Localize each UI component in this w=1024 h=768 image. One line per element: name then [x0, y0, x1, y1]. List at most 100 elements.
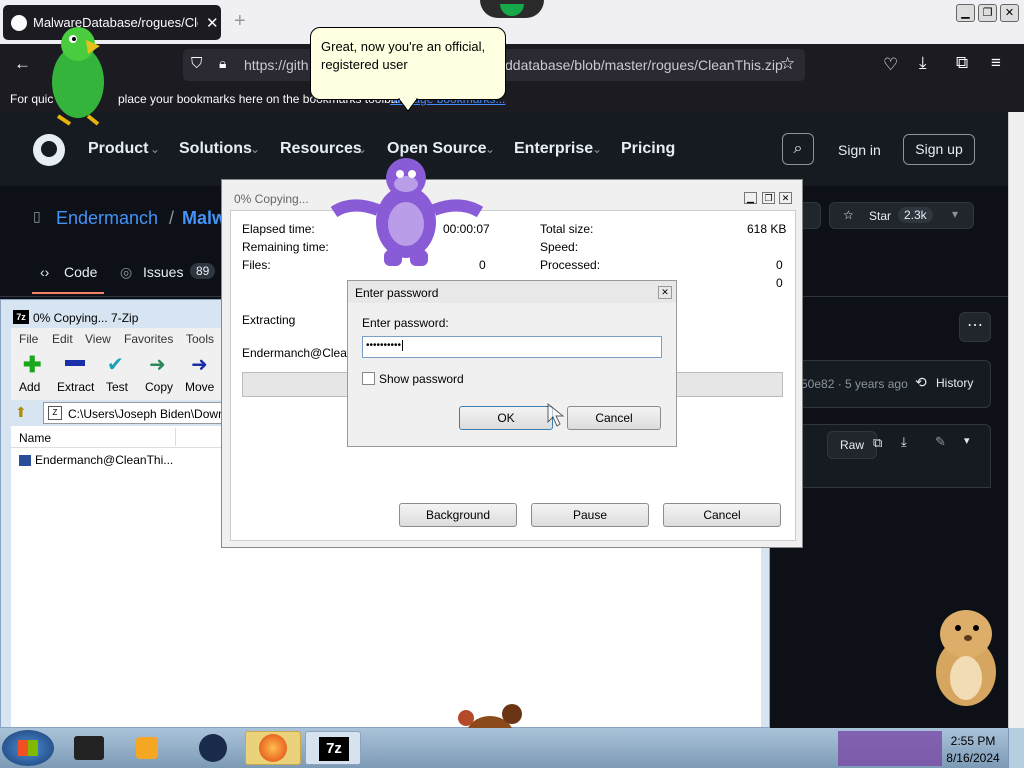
file-entry[interactable]: Endermanch@CleanThi...	[35, 453, 173, 467]
menu-favorites[interactable]: Favorites	[124, 332, 173, 346]
menu-file[interactable]: File	[19, 332, 38, 346]
balloon-tail	[398, 98, 418, 112]
shield-icon[interactable]: ⛉	[191, 55, 202, 72]
edit-icon[interactable]: ✎	[935, 434, 946, 450]
sign-in-link[interactable]: Sign in	[838, 142, 881, 158]
taskbar-app-icon[interactable]	[60, 731, 116, 765]
show-desktop-button[interactable]	[1008, 728, 1024, 768]
issues-icon: ◎	[120, 264, 133, 280]
tab-close-icon[interactable]: ✕	[206, 14, 219, 32]
dialog-maximize-button[interactable]: ❐	[762, 192, 775, 204]
extensions-icon[interactable]: ⧉	[956, 53, 968, 73]
more-options-button[interactable]: ⋯	[959, 312, 991, 342]
media-player-icon[interactable]	[120, 731, 176, 765]
label-remaining: Remaining time:	[242, 240, 329, 254]
star-button[interactable]: ☆ Star 2.3k ▾	[829, 202, 974, 229]
url-suffix: ddatabase/blob/master/rogues/CleanThis.z…	[505, 57, 783, 73]
repo-separator: /	[169, 208, 175, 228]
dialog-minimize-button[interactable]: ▁	[744, 192, 757, 204]
menu-view[interactable]: View	[85, 332, 111, 346]
raw-button[interactable]: Raw	[827, 431, 877, 459]
start-button[interactable]	[2, 730, 54, 766]
folder-up-icon[interactable]: ⬆	[15, 404, 27, 421]
col-name[interactable]: Name	[19, 431, 51, 445]
cancel-password-button[interactable]: Cancel	[567, 406, 661, 430]
nav-product[interactable]: Product	[88, 140, 148, 158]
copy-icon[interactable]: ⧉	[873, 435, 882, 451]
show-password-checkbox[interactable]	[362, 372, 375, 385]
clock[interactable]: 2:55 PM 8/16/2024	[943, 733, 1003, 767]
nav-pricing[interactable]: Pricing	[621, 140, 675, 158]
close-window-button[interactable]: ✕	[1000, 4, 1019, 22]
firefox-icon[interactable]	[245, 731, 301, 765]
extract-icon[interactable]	[65, 360, 85, 366]
nav-solutions[interactable]: Solutions	[179, 140, 252, 158]
menu-edit[interactable]: Edit	[52, 332, 73, 346]
7zip-taskbar-icon[interactable]: 7z	[305, 731, 361, 765]
maximize-button[interactable]: ❐	[978, 4, 997, 22]
green-parrot-icon	[52, 27, 104, 126]
scrollbar[interactable]	[1008, 112, 1024, 728]
download-icon[interactable]: ⤓	[901, 434, 907, 450]
chevron-down-icon: ⌄	[592, 142, 603, 156]
sign-up-button[interactable]: Sign up	[903, 134, 975, 165]
back-icon[interactable]: ←	[14, 54, 31, 74]
pause-button[interactable]: Pause	[531, 503, 649, 527]
history-icon: ⟲	[915, 374, 927, 390]
archive-file-icon	[19, 455, 31, 466]
star-icon[interactable]: ☆	[780, 54, 795, 74]
globe-icon[interactable]	[185, 731, 241, 765]
github-logo-icon[interactable]	[33, 134, 65, 166]
col-divider	[175, 428, 176, 446]
tab-code[interactable]: Code	[64, 264, 97, 280]
menu-tools[interactable]: Tools	[186, 332, 214, 346]
chevron-down-icon: ▾	[952, 207, 959, 221]
7zip-path-icon: Z	[48, 406, 62, 420]
cancel-copy-button[interactable]: Cancel	[663, 503, 781, 527]
downloads-icon[interactable]: ⤓	[919, 53, 927, 73]
background-button[interactable]: Background	[399, 503, 517, 527]
pocket-icon[interactable]: ♡	[883, 55, 898, 75]
add-icon[interactable]: ✚	[23, 352, 41, 378]
menu-icon[interactable]: ≡	[991, 53, 1001, 73]
zip-toolbar: ✚ Add Extract ✔ Test ➜ Copy ➜ Move	[11, 348, 223, 400]
value-extra: 0	[776, 276, 783, 290]
path-field[interactable]: Z C:\Users\Joseph Biden\Down	[43, 402, 223, 424]
history-link[interactable]: History	[936, 376, 973, 390]
ok-button[interactable]: OK	[459, 406, 553, 430]
label-elapsed: Elapsed time:	[242, 222, 315, 236]
repo-owner[interactable]: Endermanch	[56, 208, 158, 229]
move-arrow-icon[interactable]: ➜	[191, 352, 208, 377]
password-close-button[interactable]: ✕	[658, 286, 672, 299]
new-tab-button[interactable]: +	[234, 10, 246, 33]
value-total: 618 KB	[747, 222, 787, 236]
column-header[interactable]: Name	[11, 426, 223, 448]
lock-icon[interactable]: 🔒︎	[219, 55, 226, 72]
chevron-down-icon: ⌄	[150, 142, 161, 156]
password-input[interactable]: ••••••••••	[362, 336, 662, 358]
toolbar-extract[interactable]: Extract	[57, 380, 94, 394]
chevron-down-icon[interactable]: ▾	[964, 434, 970, 447]
test-icon[interactable]: ✔	[107, 352, 124, 377]
repo-name[interactable]: Malw	[182, 208, 226, 229]
label-processed: Processed:	[540, 258, 601, 272]
password-dialog-title: Enter password	[355, 286, 439, 300]
copy-arrow-icon[interactable]: ➜	[149, 352, 166, 377]
minimize-button[interactable]: ▁	[956, 4, 975, 22]
search-icon[interactable]: ⌕	[782, 133, 814, 165]
system-tray-icons[interactable]	[838, 731, 942, 766]
repo-icon: ▯	[33, 208, 41, 224]
toolbar-move[interactable]: Move	[185, 380, 214, 394]
toolbar-test[interactable]: Test	[106, 380, 128, 394]
file-header: Raw ⧉ ⤓ ✎ ▾	[770, 424, 991, 488]
password-value: ••••••••••	[366, 340, 402, 351]
password-dialog: Enter password ✕ Enter password: •••••••…	[347, 280, 677, 447]
issues-count: 89	[190, 263, 216, 279]
tab-issues[interactable]: Issues	[143, 264, 183, 280]
toolbar-copy[interactable]: Copy	[145, 380, 173, 394]
nav-enterprise[interactable]: Enterprise	[514, 140, 593, 158]
tab-underline	[32, 292, 104, 294]
dialog-close-button[interactable]: ✕	[779, 192, 792, 204]
toolbar-add[interactable]: Add	[19, 380, 40, 394]
path-text: C:\Users\Joseph Biden\Down	[68, 407, 222, 421]
